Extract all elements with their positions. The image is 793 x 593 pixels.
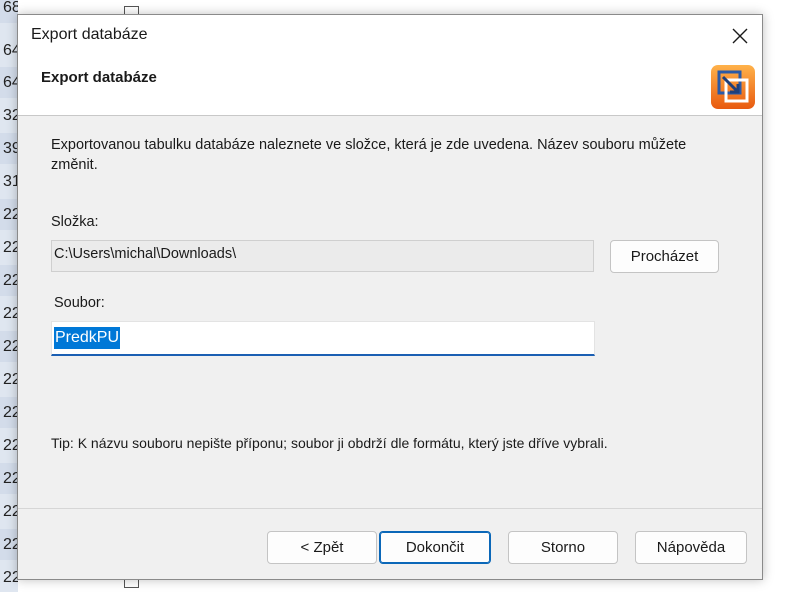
title-bar: Export databáze <box>18 15 762 58</box>
background-row: 22 <box>3 503 18 520</box>
file-label: Soubor: <box>54 295 105 311</box>
browse-button[interactable]: Procházet <box>610 240 719 273</box>
background-row: 64 <box>3 42 18 59</box>
background-row: 22 <box>0 529 18 560</box>
close-button[interactable] <box>722 21 758 51</box>
file-name-input[interactable]: PredkPU <box>51 321 595 356</box>
cancel-button[interactable]: Storno <box>508 531 618 564</box>
close-icon <box>732 28 748 44</box>
background-row: 22 <box>0 463 18 494</box>
background-row: 22 <box>0 199 18 230</box>
background-row: 22 <box>3 371 18 388</box>
background-row: 39 <box>0 133 18 164</box>
finish-button[interactable]: Dokončit <box>379 531 491 564</box>
background-row: 22 <box>0 331 18 362</box>
background-row: 22 <box>3 569 18 586</box>
background-spreadsheet: 681000 64 64 32 39 31 22 22 22 22 22 22 … <box>0 0 18 592</box>
background-row: 681000 <box>0 0 18 23</box>
file-name-value: PredkPU <box>54 327 121 349</box>
background-row: 31 <box>3 173 18 190</box>
tip-text: Tip: K názvu souboru nepište příponu; so… <box>51 435 608 451</box>
description-text: Exportovanou tabulku databáze naleznete … <box>51 137 687 173</box>
background-row: 22 <box>3 305 18 322</box>
export-database-icon <box>711 65 755 109</box>
background-row: 32 <box>3 107 18 124</box>
background-row: 22 <box>3 437 18 454</box>
help-button[interactable]: Nápověda <box>635 531 747 564</box>
back-button[interactable]: < Zpět <box>267 531 377 564</box>
export-dialog: Export databáze Export databáze Exportov… <box>17 14 763 580</box>
background-row: 64 <box>0 67 18 98</box>
footer-divider <box>18 508 762 509</box>
folder-label: Složka: <box>51 214 99 230</box>
wizard-header: Export databáze <box>18 58 762 116</box>
background-row: 22 <box>0 397 18 428</box>
window-title: Export databáze <box>31 26 148 43</box>
background-row: 22 <box>3 239 18 256</box>
header-title: Export databáze <box>41 69 157 86</box>
folder-path-field[interactable]: C:\Users\michal\Downloads\ <box>51 240 594 272</box>
background-row: 22 <box>0 265 18 296</box>
